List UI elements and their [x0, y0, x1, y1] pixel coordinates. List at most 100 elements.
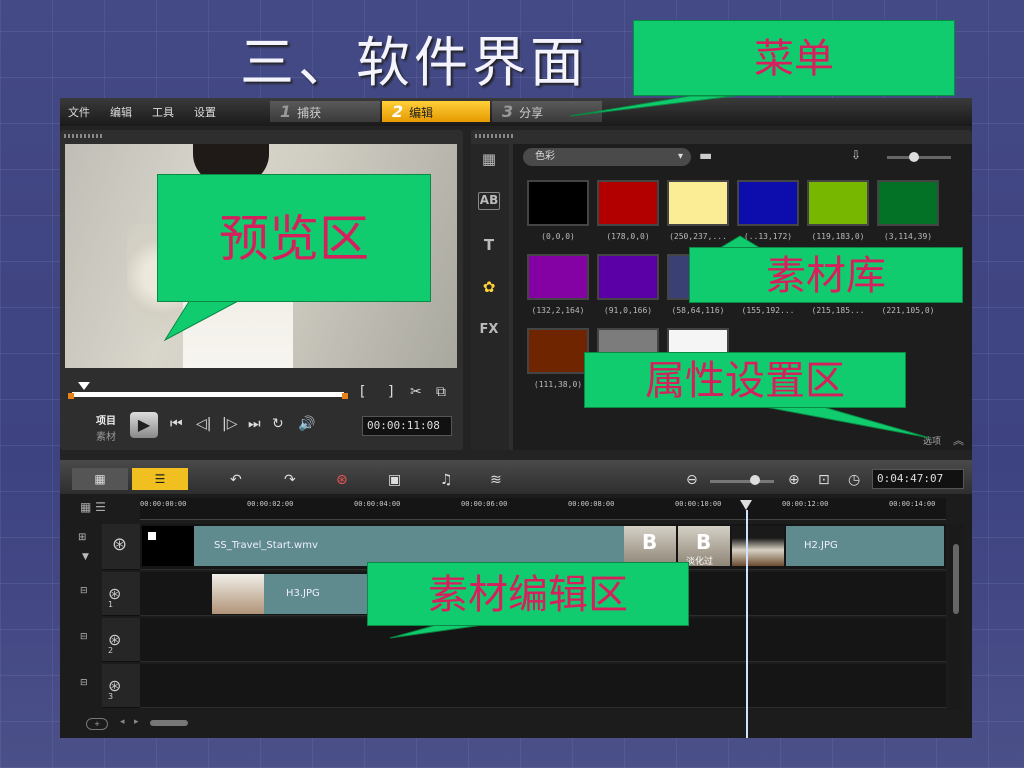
- mode-clip-label[interactable]: 素材: [96, 428, 116, 443]
- callout-editing: 素材编辑区: [367, 562, 689, 626]
- color-swatch[interactable]: [527, 254, 589, 300]
- time-ruler-tick: 00:00:14:00: [889, 500, 936, 508]
- zoom-slider[interactable]: [710, 480, 774, 483]
- color-swatch[interactable]: [597, 180, 659, 226]
- record-capture-icon[interactable]: ⊛: [336, 472, 348, 488]
- step-share-tab[interactable]: 3 分享: [492, 101, 602, 122]
- playhead-marker[interactable]: [740, 500, 752, 510]
- graphics-category-icon[interactable]: ✿: [478, 278, 500, 296]
- next-frame-icon[interactable]: |▷: [222, 416, 237, 432]
- time-ruler-tick: 00:00:12:00: [782, 500, 829, 508]
- folder-icon[interactable]: ▬: [699, 148, 712, 164]
- mark-out-icon[interactable]: ]: [388, 384, 393, 400]
- scroll-right-icon[interactable]: ▸: [134, 717, 139, 727]
- fx-category-icon[interactable]: FX: [478, 322, 500, 340]
- video-clip-travel-start[interactable]: SS_Travel_Start.wmv: [142, 526, 624, 566]
- color-swatch[interactable]: [807, 180, 869, 226]
- zoom-in-icon[interactable]: ⊕: [788, 472, 800, 488]
- chevron-down-icon: ▾: [677, 151, 683, 162]
- track-visibility-icon-1[interactable]: ⊟: [80, 586, 88, 596]
- vertical-scrollbar[interactable]: [948, 524, 964, 710]
- menu-tools[interactable]: 工具: [152, 104, 174, 120]
- menu-file[interactable]: 文件: [68, 104, 90, 120]
- overlay-track-2-header[interactable]: ⊛ 2: [102, 618, 140, 662]
- color-swatch-label: (178,0,0): [606, 232, 650, 241]
- smart-proxy-icon[interactable]: ▣: [388, 472, 401, 488]
- volume-icon[interactable]: 🔊: [298, 416, 315, 432]
- color-swatch-label: (3,114,39): [883, 232, 933, 241]
- color-swatch-label: (132,2,164): [531, 306, 585, 315]
- zoom-handle[interactable]: [750, 475, 760, 485]
- track-expand-icon[interactable]: ▼: [82, 552, 89, 562]
- play-button[interactable]: ▶: [130, 412, 158, 438]
- expand-options-icon[interactable]: ︽: [953, 432, 964, 448]
- video-track-header[interactable]: ⊛: [102, 524, 140, 570]
- photo-thumbnail-h2[interactable]: [732, 526, 784, 566]
- media-category-icon[interactable]: ▦: [478, 150, 500, 168]
- transition-thumbnail-1[interactable]: B: [624, 526, 676, 566]
- menu-edit[interactable]: 编辑: [110, 104, 132, 120]
- category-dropdown[interactable]: 色彩 ▾: [523, 148, 691, 166]
- thumbnail-size-slider[interactable]: [887, 156, 951, 159]
- video-clip-name: SS_Travel_Start.wmv: [214, 540, 318, 551]
- overlay-track-3: [140, 664, 946, 708]
- track-manager-icon[interactable]: ▦ ☰: [80, 500, 106, 514]
- color-swatch[interactable]: [877, 180, 939, 226]
- timeline-view-button[interactable]: ☰: [132, 468, 188, 490]
- scroll-left-icon[interactable]: ◂: [120, 717, 125, 727]
- mark-in-icon[interactable]: [: [360, 384, 365, 400]
- trim-start-marker[interactable]: [68, 393, 74, 399]
- track-visibility-icon-2[interactable]: ⊟: [80, 632, 88, 642]
- color-swatch[interactable]: [527, 180, 589, 226]
- horizontal-scrollbar[interactable]: [150, 720, 188, 726]
- timeline-toolbar: ▦ ☰ ↶ ↷ ⊛ ▣ ♫ ≋ ⊖ ⊕ ⊡ ◷ 0:04:47:07: [60, 460, 972, 494]
- previous-frame-icon[interactable]: ◁|: [196, 416, 211, 432]
- redo-icon[interactable]: ↷: [284, 472, 296, 488]
- step-edit-tab[interactable]: 2 编辑: [382, 101, 490, 122]
- go-to-start-icon[interactable]: ⏮: [170, 416, 183, 432]
- step-capture-tab[interactable]: 1 捕获: [270, 101, 380, 122]
- zoom-out-icon[interactable]: ⊖: [686, 472, 698, 488]
- color-swatch[interactable]: [527, 328, 589, 374]
- timecode-field[interactable]: 00:00:11:08: [362, 416, 452, 436]
- step-capture-label: 捕获: [297, 106, 322, 120]
- storyboard-view-button[interactable]: ▦: [72, 468, 128, 490]
- thumbnail-size-handle[interactable]: [909, 152, 919, 162]
- transition-thumbnail-2[interactable]: B 淡化过: [678, 526, 730, 567]
- photo-clip-h2[interactable]: H2.JPG: [786, 526, 944, 566]
- auto-music-icon[interactable]: ≋: [490, 472, 502, 488]
- color-swatch[interactable]: [597, 254, 659, 300]
- time-ruler-tick: 00:00:06:00: [461, 500, 508, 508]
- overlay-thumbnail: [212, 574, 264, 614]
- scrubber-handle[interactable]: [78, 382, 90, 390]
- repeat-icon[interactable]: ↻: [272, 416, 284, 432]
- track-visibility-icon-3[interactable]: ⊟: [80, 678, 88, 688]
- undo-icon[interactable]: ↶: [230, 472, 242, 488]
- overlay-track-1-header[interactable]: ⊛ 1: [102, 572, 140, 616]
- time-ruler-tick: 00:00:08:00: [568, 500, 615, 508]
- add-track-icon[interactable]: +: [86, 718, 108, 730]
- color-swatch[interactable]: [737, 180, 799, 226]
- sort-icon[interactable]: ⇩: [851, 148, 861, 162]
- film-reel-icon: ⊛: [112, 534, 128, 555]
- menu-settings[interactable]: 设置: [194, 104, 216, 120]
- enlarge-icon[interactable]: ⧉: [436, 384, 446, 400]
- transition-category-icon[interactable]: AB: [478, 192, 500, 210]
- overlay-track-3-header[interactable]: ⊛ 3: [102, 664, 140, 708]
- title-category-icon[interactable]: T: [478, 236, 500, 254]
- color-swatch-label: (91,0,166): [603, 306, 653, 315]
- scissors-icon[interactable]: ✂: [410, 384, 422, 400]
- mode-project-label[interactable]: 项目: [96, 412, 116, 427]
- color-swatch[interactable]: [667, 180, 729, 226]
- menu-bar: 文件 编辑 工具 设置 1 捕获 2 编辑 3 分享: [60, 98, 972, 126]
- audio-mixer-icon[interactable]: ♫: [440, 472, 453, 488]
- options-label[interactable]: 选项: [923, 434, 941, 447]
- trim-end-marker[interactable]: [342, 393, 348, 399]
- fit-project-icon[interactable]: ⊡: [818, 472, 830, 488]
- scrubber-bar[interactable]: [72, 392, 344, 397]
- color-swatch-label: (119,183,0): [811, 232, 865, 241]
- time-ruler-tick: 00:00:02:00: [247, 500, 294, 508]
- track-visibility-icon[interactable]: ⊞: [78, 532, 86, 543]
- time-ruler[interactable]: 00:00:00:00 00:00:02:00 00:00:04:00 00:00:0…: [140, 498, 946, 520]
- go-to-end-icon[interactable]: ⏭: [248, 416, 261, 432]
